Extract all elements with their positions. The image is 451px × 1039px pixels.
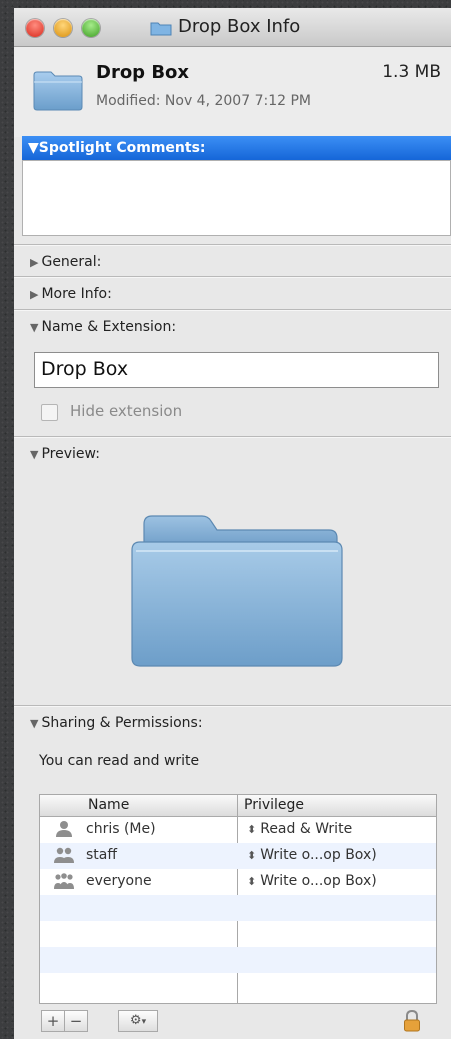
- minimize-button[interactable]: [54, 19, 72, 37]
- divider: [14, 437, 451, 438]
- table-header: Name Privilege: [40, 795, 436, 817]
- disclosure-triangle-open-icon: ▼: [28, 140, 39, 156]
- updown-arrows-icon: ⬍: [247, 875, 257, 888]
- section-sharing-label: Sharing & Permissions:: [41, 715, 203, 731]
- gear-icon: ⚙: [129, 1013, 142, 1028]
- action-menu-button[interactable]: ⚙▾: [118, 1010, 158, 1032]
- lock-icon[interactable]: [403, 1010, 421, 1032]
- modified-date: Modified: Nov 4, 2007 7:12 PM: [96, 93, 311, 109]
- section-preview-label: Preview:: [41, 446, 100, 462]
- section-general-label: General:: [41, 254, 102, 270]
- table-row-empty: [40, 895, 436, 921]
- divider: [14, 245, 451, 246]
- name-field[interactable]: Drop Box: [34, 352, 439, 388]
- folder-icon: [33, 71, 83, 111]
- privilege-popup[interactable]: ⬍ Write o...op Box): [247, 873, 377, 889]
- column-header-name[interactable]: Name: [88, 797, 129, 813]
- updown-arrows-icon: ⬍: [247, 823, 257, 836]
- hide-extension-checkbox[interactable]: [41, 404, 58, 421]
- folder-icon: [150, 22, 172, 36]
- divider: [14, 277, 451, 278]
- user-name: chris (Me): [86, 821, 156, 837]
- section-sharing-permissions[interactable]: ▼ Sharing & Permissions:: [30, 715, 203, 731]
- privilege-popup[interactable]: ⬍ Read & Write: [247, 821, 352, 837]
- title-bar[interactable]: Drop Box Info: [14, 8, 451, 47]
- item-name: Drop Box: [96, 62, 190, 83]
- table-row[interactable]: staff ⬍ Write o...op Box): [40, 843, 436, 869]
- user-name: everyone: [86, 873, 152, 889]
- divider: [14, 310, 451, 311]
- permissions-table: Name Privilege chris (Me) ⬍ Read & Write …: [39, 794, 437, 1004]
- remove-button[interactable]: −: [64, 1010, 88, 1032]
- disclosure-triangle-open-icon: ▼: [30, 448, 39, 461]
- info-header: Drop Box 1.3 MB Modified: Nov 4, 2007 7:…: [14, 47, 451, 137]
- privilege-popup[interactable]: ⬍ Write o...op Box): [247, 847, 377, 863]
- folder-preview-icon: [131, 515, 343, 667]
- spotlight-comments-header[interactable]: ▼Spotlight Comments:: [22, 136, 451, 160]
- privilege-label: Write o...op Box): [260, 847, 377, 863]
- disclosure-triangle-open-icon: ▼: [30, 717, 39, 730]
- user-name: staff: [86, 847, 118, 863]
- spotlight-comments-field[interactable]: [22, 160, 451, 236]
- section-name-extension-label: Name & Extension:: [41, 319, 177, 335]
- chevron-down-icon: ▾: [141, 1017, 147, 1027]
- info-window: Drop Box Info Drop Box 1.3 MB Modified: …: [14, 8, 451, 1039]
- section-more-info[interactable]: ▶ More Info:: [30, 286, 112, 302]
- table-row[interactable]: everyone ⬍ Write o...op Box): [40, 869, 436, 895]
- window-title: Drop Box Info: [178, 16, 301, 37]
- table-row-empty: [40, 947, 436, 973]
- section-name-extension[interactable]: ▼ Name & Extension:: [30, 319, 176, 335]
- section-preview[interactable]: ▼ Preview:: [30, 446, 100, 462]
- section-more-info-label: More Info:: [41, 286, 112, 302]
- section-general[interactable]: ▶ General:: [30, 254, 101, 270]
- table-row[interactable]: chris (Me) ⬍ Read & Write: [40, 817, 436, 843]
- group-icon: [54, 847, 74, 863]
- hide-extension-label: Hide extension: [70, 402, 183, 420]
- close-button[interactable]: [26, 19, 44, 37]
- add-button[interactable]: +: [41, 1010, 65, 1032]
- table-row-empty: [40, 973, 436, 999]
- spotlight-label: Spotlight Comments:: [38, 140, 206, 156]
- column-header-privilege[interactable]: Privilege: [244, 797, 304, 813]
- table-row-empty: [40, 921, 436, 947]
- everyone-icon: [54, 873, 74, 889]
- disclosure-triangle-closed-icon: ▶: [30, 256, 39, 269]
- privilege-label: Write o...op Box): [260, 873, 377, 889]
- updown-arrows-icon: ⬍: [247, 849, 257, 862]
- single-user-icon: [56, 821, 72, 837]
- privilege-label: Read & Write: [260, 821, 353, 837]
- divider: [14, 706, 451, 707]
- disclosure-triangle-closed-icon: ▶: [30, 288, 39, 301]
- item-size: 1.3 MB: [382, 62, 441, 82]
- permission-summary: You can read and write: [39, 753, 200, 769]
- disclosure-triangle-open-icon: ▼: [30, 321, 39, 334]
- zoom-button[interactable]: [82, 19, 100, 37]
